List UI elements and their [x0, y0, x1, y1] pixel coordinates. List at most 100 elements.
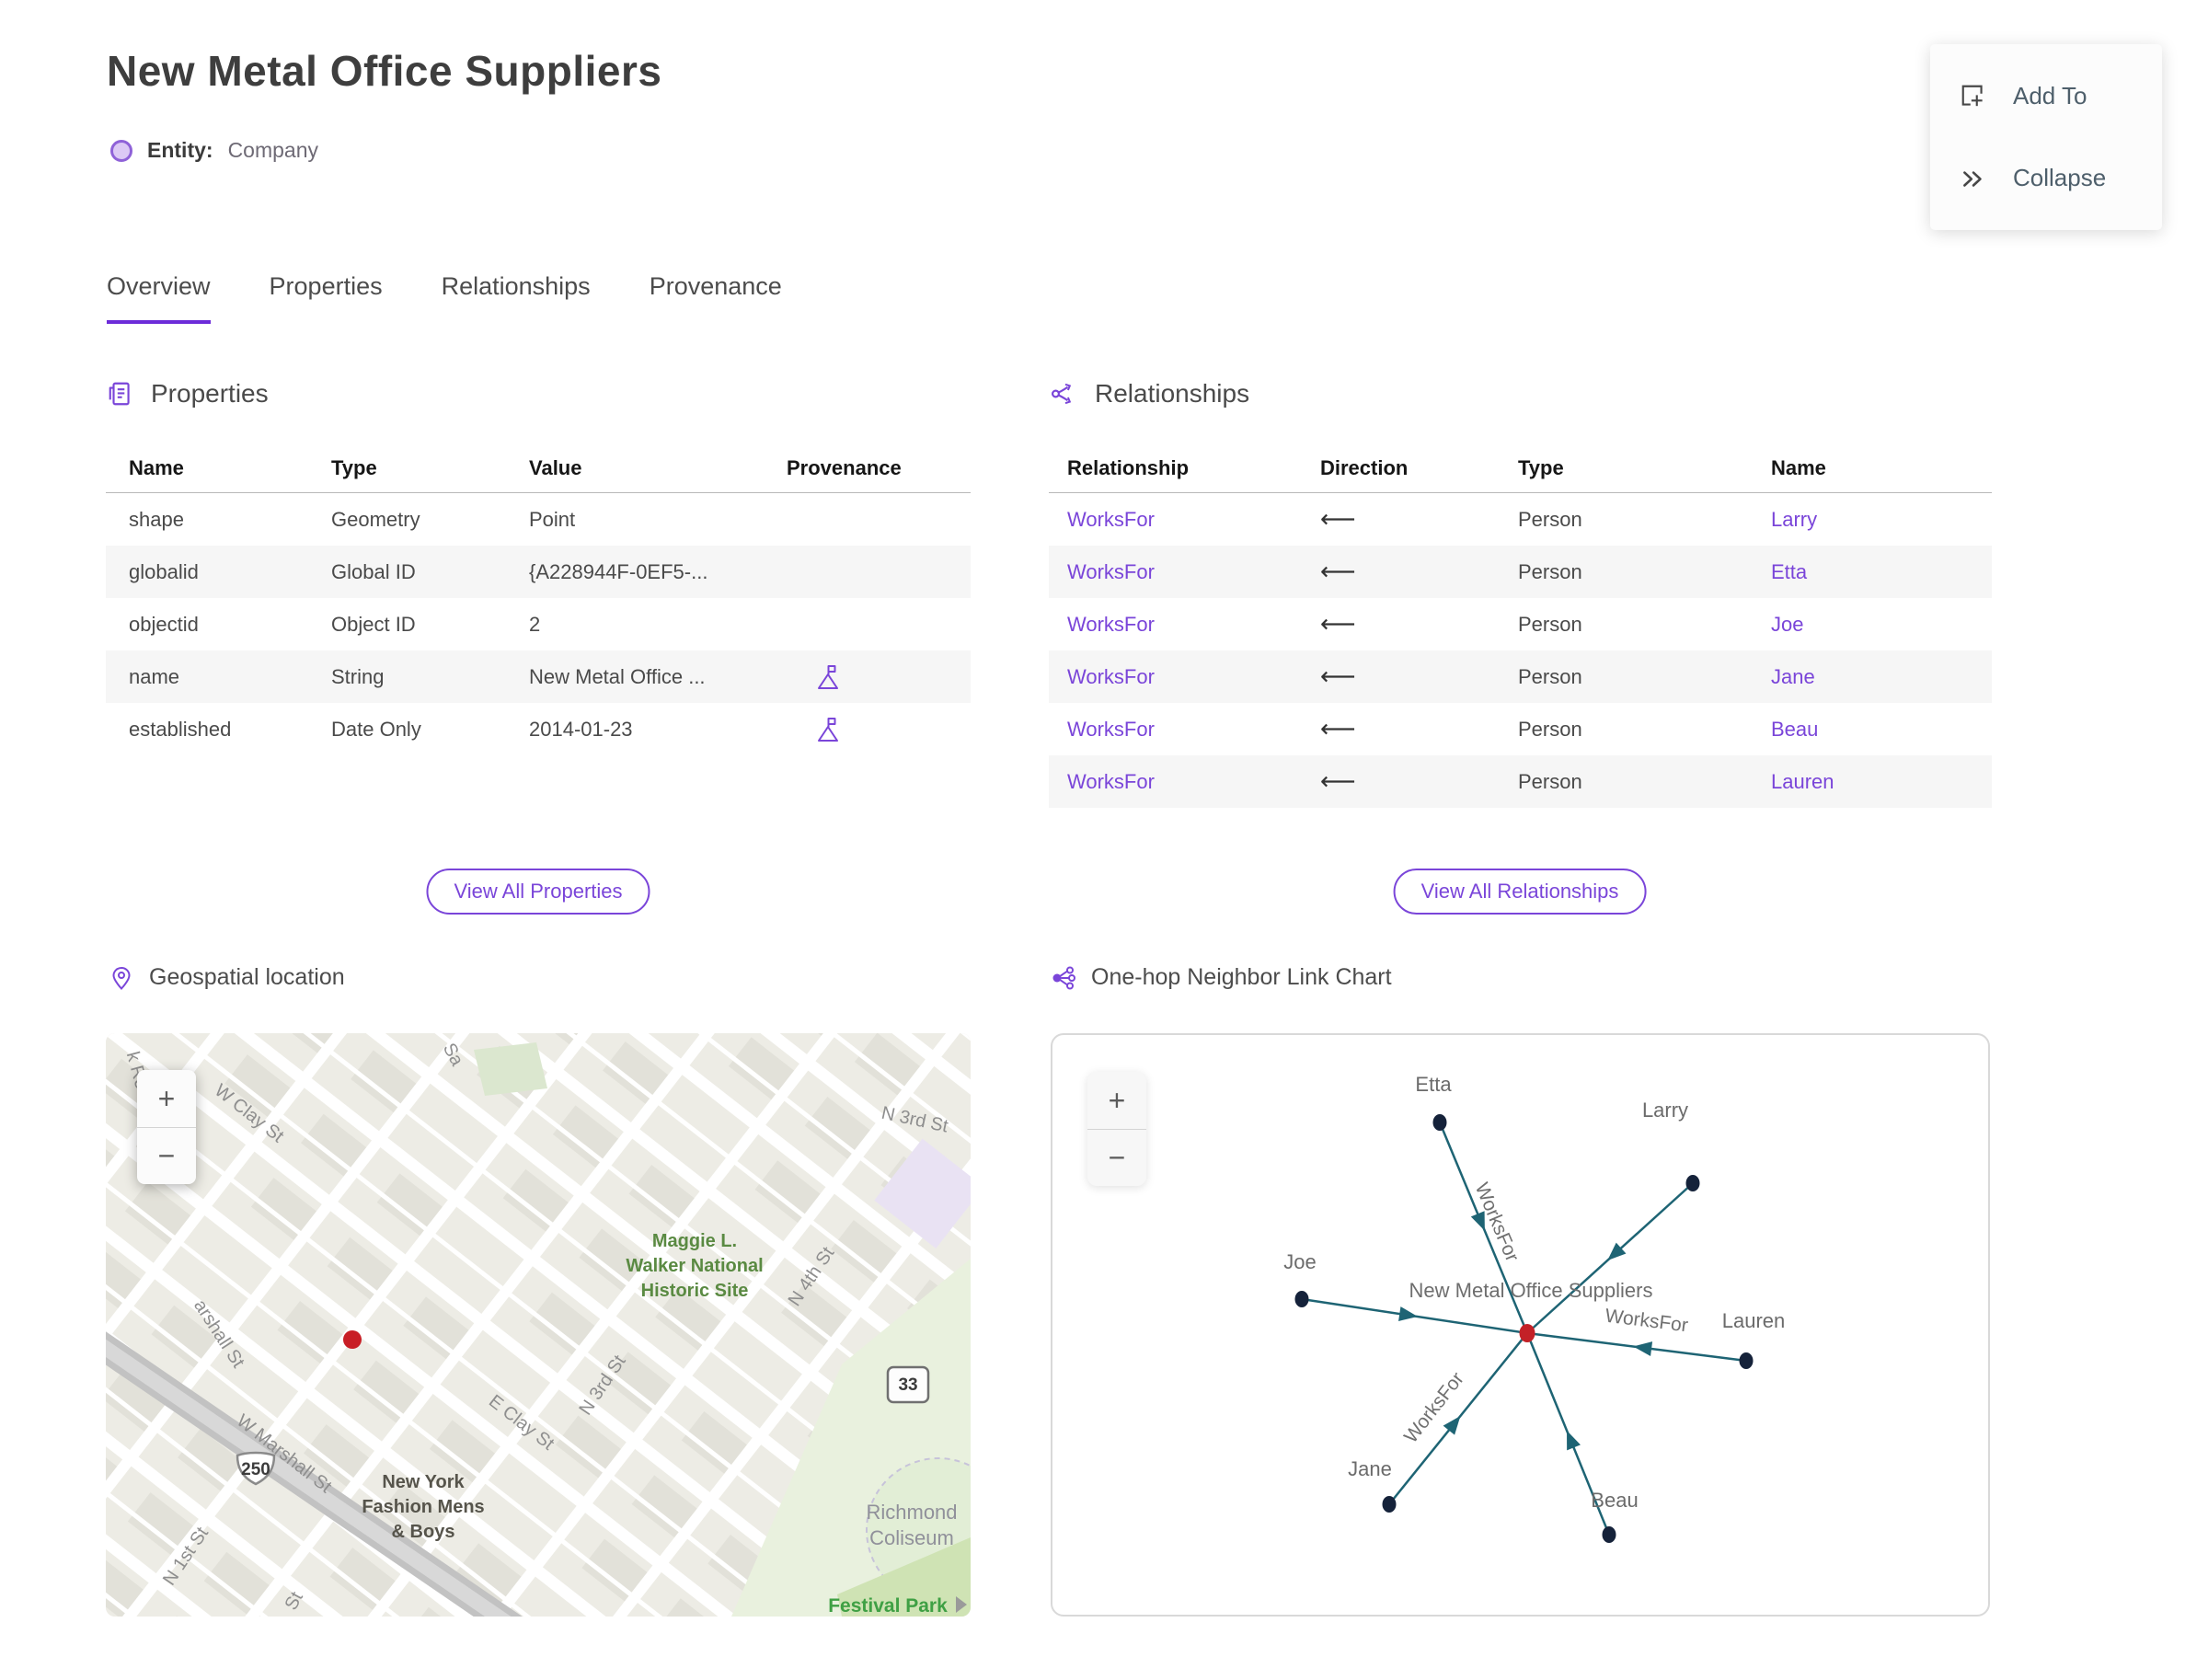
related-entity-name-link[interactable]: Beau	[1771, 718, 1992, 742]
svg-text:250: 250	[241, 1460, 270, 1479]
map-zoom-in-button[interactable]: +	[137, 1070, 196, 1127]
properties-table: Name Type Value Provenance shape Geometry…	[106, 443, 971, 755]
properties-table-header: Name Type Value Provenance	[106, 443, 971, 493]
relationship-row: WorksFor ⟵ Person Beau	[1049, 703, 1992, 755]
node-beau[interactable]	[1602, 1526, 1616, 1543]
col-header-name: Name	[1771, 455, 1826, 479]
collapse-button[interactable]: Collapse	[1930, 164, 2162, 192]
relationship-direction: ⟵	[1320, 610, 1356, 638]
col-header-relationship: Relationship	[1067, 455, 1190, 479]
double-chevron-right-icon	[1963, 170, 1982, 187]
property-type: String	[331, 664, 385, 688]
col-header-type: Type	[1518, 455, 1564, 479]
provenance-flag-icon[interactable]	[816, 716, 840, 743]
related-entity-name-link[interactable]: Jane	[1771, 665, 1992, 689]
node-larry[interactable]	[1685, 1175, 1700, 1191]
related-entity-type: Person	[1518, 507, 1582, 531]
relationship-row: WorksFor ⟵ Person Jane	[1049, 650, 1992, 703]
link-chart-canvas[interactable]: WorksFor WorksFor WorksFor Etta Larry Joe Laur…	[1051, 1033, 1990, 1617]
relationship-direction: ⟵	[1320, 662, 1356, 690]
svg-text:33: 33	[898, 1375, 917, 1395]
basemap: 25033k RoW Clay StSaN 3rd Starshall StN …	[106, 1033, 971, 1617]
properties-icon	[107, 380, 134, 408]
route-shield-250: 250	[236, 1451, 276, 1486]
edge-arrowhead	[1633, 1341, 1653, 1356]
relationship-direction: ⟵	[1320, 505, 1356, 533]
tab-overview[interactable]: Overview	[107, 272, 211, 324]
property-value: 2014-01-23	[529, 717, 633, 741]
properties-section-header: Properties	[107, 379, 269, 408]
map-label: Historic Site	[641, 1281, 749, 1301]
related-entity-name-link[interactable]: Lauren	[1771, 770, 1992, 794]
entity-type-icon	[110, 139, 132, 162]
node-label: Etta	[1415, 1073, 1452, 1096]
link-chart-zoom-in-button[interactable]: +	[1087, 1072, 1146, 1129]
properties-section-title: Properties	[151, 379, 269, 408]
entity-location-marker[interactable]	[343, 1330, 362, 1349]
col-header-provenance: Provenance	[787, 455, 902, 479]
related-entity-type: Person	[1518, 559, 1582, 583]
tab-relationships[interactable]: Relationships	[442, 272, 591, 324]
property-type: Date Only	[331, 717, 421, 741]
node-jane[interactable]	[1382, 1496, 1397, 1513]
link-chart-zoom-control: + −	[1087, 1072, 1146, 1186]
collapse-label: Collapse	[2013, 164, 2107, 191]
related-entity-name-link[interactable]: Larry	[1771, 508, 1992, 532]
relationship-type-link[interactable]: WorksFor	[1067, 718, 1320, 742]
tab-properties[interactable]: Properties	[270, 272, 383, 324]
node-label: Larry	[1642, 1099, 1688, 1122]
related-entity-type: Person	[1518, 769, 1582, 793]
property-type: Global ID	[331, 559, 416, 583]
park-small	[474, 1042, 547, 1096]
node-lauren[interactable]	[1739, 1352, 1754, 1369]
property-row: globalid Global ID {A228944F-0EF5-...	[106, 546, 971, 598]
col-header-value: Value	[529, 455, 582, 479]
map-label: Maggie L.	[652, 1231, 737, 1251]
map-canvas[interactable]: 250 33 k Ro W Clay St Sa N 3rd St arshall St N …	[106, 1033, 971, 1617]
route-shield-33: 33	[886, 1365, 930, 1404]
related-entity-name-link[interactable]: Joe	[1771, 613, 1992, 637]
node-label: Joe	[1283, 1250, 1316, 1273]
provenance-flag-icon[interactable]	[816, 663, 840, 691]
tab-provenance[interactable]: Provenance	[650, 272, 782, 324]
relationship-type-link[interactable]: WorksFor	[1067, 613, 1320, 637]
relationship-direction: ⟵	[1320, 767, 1356, 795]
view-all-properties-button[interactable]: View All Properties	[426, 869, 650, 915]
provenance-cell[interactable]	[787, 716, 971, 743]
node-label: Lauren	[1722, 1309, 1786, 1332]
relationships-table-header: Relationship Direction Type Name	[1049, 443, 1992, 493]
provenance-cell[interactable]	[787, 663, 971, 691]
related-entity-type: Person	[1518, 612, 1582, 636]
entity-label: Entity:	[147, 138, 213, 162]
property-row: objectid Object ID 2	[106, 598, 971, 650]
relationship-type-link[interactable]: WorksFor	[1067, 665, 1320, 689]
add-to-button[interactable]: Add To	[1930, 82, 2162, 110]
related-entity-name-link[interactable]: Etta	[1771, 560, 1992, 584]
node-label: Beau	[1591, 1489, 1638, 1512]
col-header-direction: Direction	[1320, 455, 1409, 479]
col-header-name: Name	[129, 455, 184, 479]
map-label: Festival Park	[828, 1595, 948, 1617]
property-name: established	[129, 717, 232, 741]
link-chart-zoom-out-button[interactable]: −	[1087, 1129, 1146, 1186]
relationships-table-body: WorksFor ⟵ Person Larry WorksFor ⟵ Person Etta W…	[1049, 493, 1992, 808]
view-all-relationships-button[interactable]: View All Relationships	[1393, 869, 1647, 915]
node-etta[interactable]	[1432, 1114, 1447, 1131]
node-joe[interactable]	[1294, 1291, 1309, 1307]
map-label: New York	[382, 1472, 465, 1492]
map-label: Coliseum	[869, 1526, 954, 1549]
map-zoom-out-button[interactable]: −	[137, 1127, 196, 1184]
relationship-row: WorksFor ⟵ Person Joe	[1049, 598, 1992, 650]
map-label: & Boys	[392, 1522, 455, 1542]
add-to-label: Add To	[2013, 82, 2087, 109]
property-name: name	[129, 664, 180, 688]
edge-label: WorksFor	[1604, 1306, 1689, 1337]
node-label: Jane	[1348, 1457, 1392, 1480]
relationship-type-link[interactable]: WorksFor	[1067, 770, 1320, 794]
center-node[interactable]	[1519, 1324, 1535, 1342]
relationships-table: Relationship Direction Type Name WorksFo…	[1049, 443, 1992, 808]
relationship-type-link[interactable]: WorksFor	[1067, 508, 1320, 532]
relationships-section-title: Relationships	[1095, 379, 1250, 408]
relationship-type-link[interactable]: WorksFor	[1067, 560, 1320, 584]
tab-bar: Overview Properties Relationships Provenanc…	[107, 272, 782, 324]
